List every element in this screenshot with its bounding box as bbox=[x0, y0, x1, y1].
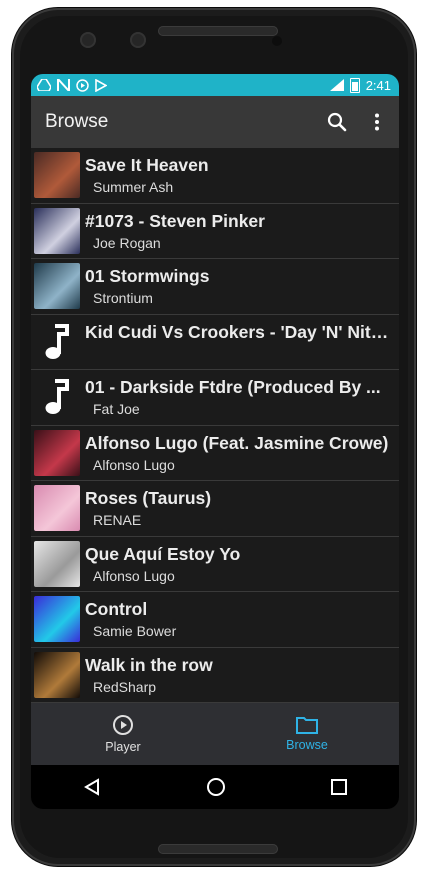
track-title: Roses (Taurus) bbox=[85, 488, 212, 508]
status-bar: 2:41 bbox=[31, 74, 399, 96]
app-screen: 2:41 Browse Save It Heaven Summer Ash #107… bbox=[31, 74, 399, 809]
notification-icons bbox=[37, 78, 107, 92]
signal-icon bbox=[329, 79, 344, 91]
folder-icon bbox=[296, 717, 318, 734]
track-title: #1073 - Steven Pinker bbox=[85, 210, 265, 231]
more-vert-icon[interactable] bbox=[365, 110, 389, 134]
track-artist: Summer Ash bbox=[93, 179, 174, 195]
track-list[interactable]: Save It Heaven Summer Ash #1073 - Steven P… bbox=[31, 148, 399, 703]
track-title: Alfonso Lugo (Feat. Jasmine Crowe) bbox=[85, 432, 389, 453]
track-title: 01 Stormwings bbox=[85, 266, 210, 286]
music-note-icon bbox=[34, 319, 80, 365]
tab-browse-label: Browse bbox=[286, 738, 328, 752]
track-row[interactable]: 01 - Darkside Ftdre (Produced By ... Fat … bbox=[31, 370, 399, 426]
play-store-icon bbox=[95, 78, 107, 92]
podcast-art bbox=[34, 207, 80, 254]
track-artist: Fat Joe bbox=[93, 401, 140, 417]
bottom-navigation: Player Browse bbox=[31, 703, 399, 765]
track-artist: Alfonso Lugo bbox=[93, 567, 175, 584]
play-circle-icon bbox=[113, 715, 133, 735]
earpiece-speaker bbox=[158, 26, 278, 36]
track-artist: Strontium bbox=[93, 290, 153, 306]
front-camera bbox=[130, 32, 146, 48]
tab-browse[interactable]: Browse bbox=[215, 703, 399, 765]
proximity-sensor bbox=[272, 36, 282, 46]
track-title: Kid Cudi Vs Crookers - 'Day 'N' Nite... bbox=[85, 321, 393, 342]
track-row[interactable]: Roses (Taurus) RENAE bbox=[31, 481, 399, 537]
track-row[interactable]: Alfonso Lugo (Feat. Jasmine Crowe) Alfons… bbox=[31, 426, 399, 481]
battery-icon bbox=[349, 77, 360, 93]
track-artist: RedSharp bbox=[93, 678, 157, 695]
album-art bbox=[34, 651, 80, 698]
album-art bbox=[34, 263, 80, 309]
system-navigation-bar bbox=[31, 765, 399, 809]
track-row[interactable]: Que Aquí Estoy Yo Alfonso Lugo bbox=[31, 537, 399, 592]
track-title: Save It Heaven bbox=[85, 155, 209, 175]
album-art bbox=[34, 429, 80, 476]
search-icon[interactable] bbox=[325, 110, 349, 134]
track-artist: RENAE bbox=[93, 512, 142, 528]
drive-icon bbox=[37, 79, 51, 91]
play-notification-icon bbox=[76, 78, 89, 92]
tab-player-label: Player bbox=[105, 740, 141, 754]
track-row[interactable]: Save It Heaven Summer Ash bbox=[31, 148, 399, 204]
track-artist: Samie Bower bbox=[93, 623, 177, 639]
track-title: 01 - Darkside Ftdre (Produced By ... bbox=[85, 377, 381, 397]
app-bar: Browse bbox=[31, 96, 399, 148]
n-app-icon bbox=[57, 79, 70, 91]
track-row[interactable]: #1073 - Steven Pinker Joe Rogan bbox=[31, 204, 399, 259]
track-artist: Joe Rogan bbox=[93, 234, 161, 251]
home-icon[interactable] bbox=[206, 777, 226, 797]
track-title: Que Aquí Estoy Yo bbox=[85, 543, 241, 564]
front-sensor bbox=[80, 32, 96, 48]
track-row[interactable]: Control Samie Bower bbox=[31, 592, 399, 648]
status-right: 2:41 bbox=[329, 74, 391, 96]
status-time: 2:41 bbox=[365, 77, 391, 93]
track-title: Walk in the row bbox=[85, 654, 213, 675]
bottom-speaker bbox=[158, 844, 278, 854]
album-art bbox=[34, 485, 80, 531]
music-note-icon bbox=[34, 374, 80, 420]
page-title: Browse bbox=[45, 111, 109, 132]
track-artist: Alfonso Lugo bbox=[93, 456, 175, 473]
track-title: Control bbox=[85, 599, 148, 619]
app-bar-actions bbox=[325, 96, 389, 148]
album-art bbox=[34, 596, 80, 642]
track-row[interactable]: Kid Cudi Vs Crookers - 'Day 'N' Nite... bbox=[31, 315, 399, 370]
track-row[interactable]: Walk in the row RedSharp bbox=[31, 648, 399, 703]
track-row[interactable]: 01 Stormwings Strontium bbox=[31, 259, 399, 315]
recents-icon[interactable] bbox=[330, 779, 347, 795]
album-art bbox=[34, 540, 80, 587]
back-icon[interactable] bbox=[83, 778, 101, 796]
album-art bbox=[34, 152, 80, 198]
tab-player[interactable]: Player bbox=[31, 703, 215, 765]
